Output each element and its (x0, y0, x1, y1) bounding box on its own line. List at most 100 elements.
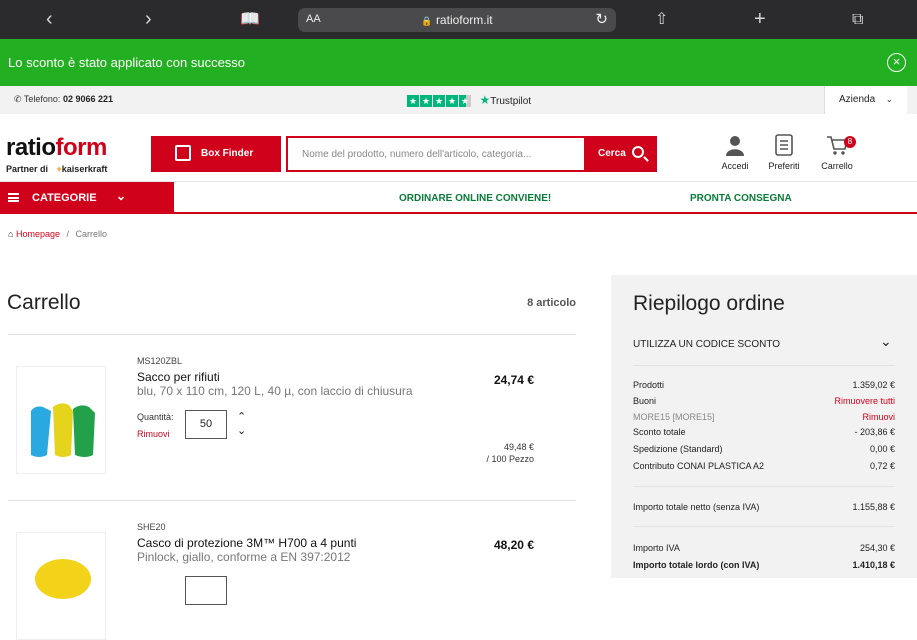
row-value: 1.410,18 € (852, 560, 895, 570)
product-price: 48,20 € (493, 538, 534, 552)
row-value: 1.359,02 € (852, 380, 895, 390)
summary-row-coupon-code: MORE15 [MORE15] Rimuovi (633, 412, 895, 422)
favorites-link[interactable]: Preferiti (765, 134, 803, 171)
row-label: Sconto totale (633, 427, 686, 437)
star-icon: ★ (420, 95, 432, 107)
categories-menu-button[interactable]: CATEGORIE ⌄ (0, 182, 174, 214)
star-icon: ★ (446, 95, 458, 107)
product-image[interactable] (16, 366, 106, 474)
search-input[interactable]: Nome del prodotto, numero dell'articolo,… (286, 136, 586, 172)
divider (633, 486, 895, 487)
partner-info: Partner di +kaiserkraft (6, 164, 107, 174)
helmet-image (35, 559, 91, 599)
phone-icon: ✆ (14, 94, 22, 104)
row-label: Contributo CONAI PLASTICA A2 (633, 461, 765, 471)
summary-row-shipping: Spedizione (Standard) 0,00 € (633, 444, 895, 454)
row-label: Buoni (633, 396, 657, 406)
login-link[interactable]: Accedi (719, 134, 751, 171)
search-icon (632, 146, 644, 158)
tabs-icon[interactable]: ⧉ (852, 9, 863, 31)
trash-bags-image (31, 403, 95, 457)
remove-link[interactable]: Rimuovi (137, 429, 170, 439)
row-label: Importo IVA (633, 543, 680, 553)
nav-link-pronta-consegna[interactable]: PRONTA CONSEGNA (690, 193, 792, 204)
forward-icon[interactable]: › (145, 8, 152, 30)
row-value: 0,72 € (869, 461, 895, 471)
row-label: Importo totale netto (senza IVA) (633, 502, 760, 512)
star-icon: ★ (459, 95, 471, 107)
site-header: ratioform Partner di +kaiserkraft Box Fi… (0, 114, 917, 182)
product-price: 24,74 € (493, 373, 534, 387)
chevron-down-icon[interactable]: ⌄ (880, 333, 892, 350)
product-image[interactable] (16, 532, 106, 640)
ratioform-logo[interactable]: ratioform (6, 134, 107, 162)
remove-all-vouchers-link[interactable]: Rimuovere tutti (834, 396, 895, 406)
chevron-down-icon: ⌄ (116, 189, 127, 203)
product-name[interactable]: Sacco per rifiuti (137, 370, 220, 384)
star-icon: ★ (433, 95, 445, 107)
close-icon[interactable]: × (887, 53, 906, 72)
address-bar[interactable]: AA 🔒 ratioform.it ↻ (298, 8, 616, 32)
share-icon[interactable]: ⇧ (655, 9, 668, 31)
summary-row-vat: Importo IVA 254,30 € (633, 543, 895, 553)
row-label: Importo totale lordo (con IVA) (633, 560, 760, 570)
breadcrumb-home[interactable]: Homepage (16, 229, 60, 239)
new-tab-icon[interactable]: + (754, 8, 766, 30)
trustpilot-label: Trustpilot (490, 96, 532, 107)
row-label: Spedizione (Standard) (633, 444, 723, 454)
login-label: Accedi (721, 161, 749, 171)
trustpilot-widget[interactable]: ★ ★ ★ ★ ★ ★Trustpilot (407, 93, 531, 107)
unit-price: 49,48 € (503, 442, 534, 452)
home-icon: ⌂ (8, 229, 14, 239)
quantity-input[interactable] (185, 576, 227, 605)
box-finder-button[interactable]: Box Finder (151, 136, 281, 172)
product-description: blu, 70 x 110 cm, 120 L, 40 µ, con lacci… (137, 384, 413, 398)
box-icon (175, 145, 191, 161)
quantity-input[interactable]: 50 (185, 410, 227, 439)
quantity-label: Quantità: (137, 412, 174, 422)
divider (8, 334, 576, 335)
unit-label: / 100 Pezzo (486, 454, 534, 464)
reader-icon[interactable]: 📖 (240, 9, 260, 31)
nav-link-online[interactable]: ORDINARE ONLINE CONVIENE! (399, 193, 551, 204)
back-icon[interactable]: ‹ (46, 8, 53, 30)
logo-text-red: form (55, 134, 108, 161)
cart-item-count: 8 articolo (527, 297, 576, 309)
coupon-toggle[interactable]: UTILIZZA UN CODICE SCONTO (633, 339, 780, 350)
search-placeholder: Nome del prodotto, numero dell'articolo,… (302, 149, 532, 160)
search-button[interactable]: Cerca (586, 136, 657, 172)
row-label: MORE15 [MORE15] (633, 412, 715, 422)
divider (633, 526, 895, 527)
summary-row-gross-total: Importo totale lordo (con IVA) 1.410,18 € (633, 560, 895, 570)
phone-info[interactable]: ✆ Telefono: 02 9066 221 (14, 94, 113, 105)
summary-row-discount: Sconto totale - 203,86 € (633, 427, 895, 437)
chevron-down-icon[interactable]: ⌄ (237, 424, 246, 438)
product-name[interactable]: Casco di protezione 3M™ H700 a 4 punti (137, 536, 356, 550)
categories-label: CATEGORIE (32, 192, 97, 204)
remove-coupon-link[interactable]: Rimuovi (862, 412, 895, 422)
browser-toolbar: ‹ › 📖 AA 🔒 ratioform.it ↻ ⇧ + ⧉ (0, 0, 917, 39)
url-text: ratioform.it (435, 13, 493, 27)
summary-row-vouchers: Buoni Rimuovere tutti (633, 396, 895, 406)
account-type-select[interactable]: Azienda ⌄ (824, 86, 907, 114)
favorites-label: Preferiti (768, 161, 800, 171)
row-value: - 203,86 € (854, 427, 895, 437)
summary-row-net-total: Importo totale netto (senza IVA) 1.155,88… (633, 502, 895, 512)
summary-row-products: Prodotti 1.359,02 € (633, 380, 895, 390)
lock-icon: 🔒 (421, 16, 433, 26)
reload-icon[interactable]: ↻ (595, 10, 608, 28)
product-sku: SHE20 (137, 522, 166, 532)
cart-item: MS120ZBL Sacco per rifiuti blu, 70 x 110… (0, 340, 590, 500)
breadcrumb: ⌂ Homepage / Carrello (8, 229, 107, 239)
divider (633, 365, 895, 366)
cart-label: Carrello (821, 161, 853, 171)
product-description: Pinlock, giallo, conforme a EN 397:2012 (137, 550, 351, 564)
top-info-bar: ✆ Telefono: 02 9066 221 ★ ★ ★ ★ ★ ★Trustpilo… (0, 86, 917, 114)
account-type-value: Azienda (839, 94, 876, 105)
order-summary: Riepilogo ordine UTILIZZA UN CODICE SCON… (611, 275, 917, 578)
summary-title: Riepilogo ordine (633, 292, 785, 315)
row-value: 254,30 € (859, 543, 895, 553)
chevron-up-icon[interactable]: ⌃ (237, 410, 246, 424)
trustpilot-logo-icon: ★ (479, 93, 491, 107)
user-icon (726, 136, 744, 156)
